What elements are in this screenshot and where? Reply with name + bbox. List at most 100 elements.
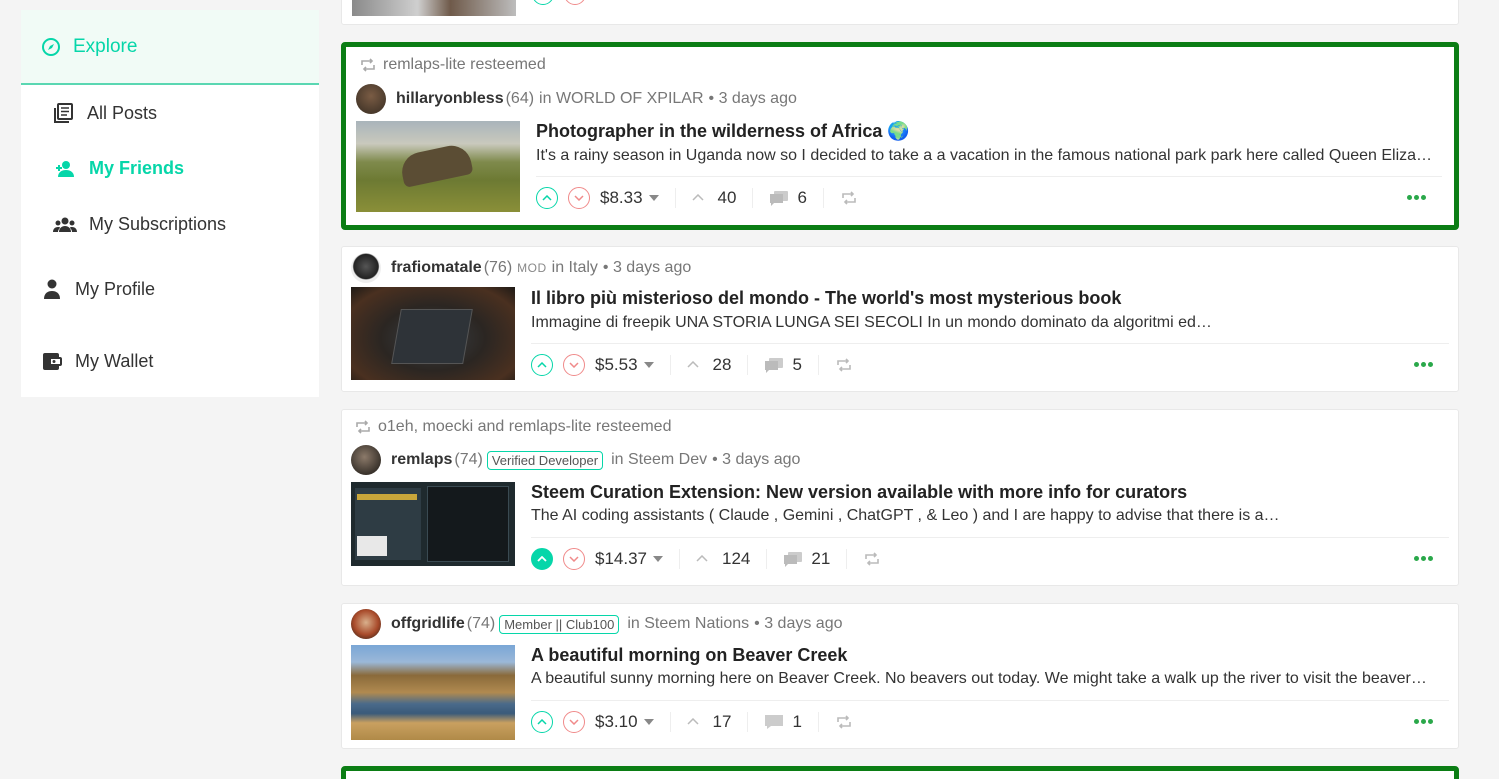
comments-count[interactable]: 1	[748, 711, 819, 732]
author-reputation: (74)	[466, 615, 496, 632]
chevron-up-icon	[692, 194, 704, 201]
more-options-button[interactable]	[1407, 195, 1426, 200]
post-excerpt[interactable]: The AI coding assistants ( Claude , Gemi…	[531, 507, 1431, 525]
resteem-icon	[842, 190, 856, 205]
more-options-button[interactable]	[1414, 556, 1433, 561]
post-card: frafiomatale (76) MOD in Italy • 3 days …	[341, 246, 1459, 392]
post-thumbnail[interactable]	[352, 0, 516, 16]
post-excerpt[interactable]: Immagine di freepik UNA STORIA LUNGA SEI…	[531, 314, 1431, 332]
upvote-button[interactable]	[536, 186, 558, 209]
avatar[interactable]	[356, 84, 386, 114]
payout-value: $3.10	[595, 711, 638, 731]
payout-dropdown[interactable]: $14.37	[595, 548, 680, 569]
resteem-button[interactable]	[824, 190, 874, 205]
author-line: frafiomatale (76) MOD in Italy • 3 days …	[351, 253, 691, 283]
comments-icon	[765, 357, 784, 373]
sidebar: Explore All Posts My Friends My Subscrip…	[21, 10, 319, 397]
avatar[interactable]	[351, 445, 381, 475]
mod-badge: MOD	[517, 261, 547, 275]
comments-count[interactable]: 5	[748, 354, 819, 375]
caret-down-icon	[643, 361, 654, 368]
votes-value: 17	[712, 711, 732, 731]
community-link[interactable]: in Steem Nations	[627, 615, 749, 633]
author-name[interactable]: frafiomatale	[391, 259, 482, 277]
post-card: o1eh, moecki and remlaps-lite resteemed …	[341, 409, 1459, 586]
post-title[interactable]: Photographer in the wilderness of Africa…	[536, 121, 910, 142]
resteem-button[interactable]	[847, 551, 897, 566]
post-title[interactable]: A beautiful morning on Beaver Creek	[531, 645, 847, 666]
thumbnail-bar	[357, 494, 417, 500]
thumbnail-block	[357, 536, 387, 556]
sidebar-item-my-profile[interactable]: My Profile	[41, 278, 155, 300]
comments-count[interactable]: 21	[767, 548, 848, 569]
chevron-down-icon	[569, 361, 579, 368]
post-excerpt[interactable]: A beautiful sunny morning here on Beaver…	[531, 670, 1431, 688]
author-line: hillaryonbless (64) in WORLD OF XPILAR •…	[356, 84, 797, 114]
upvote-button[interactable]	[532, 0, 554, 5]
downvote-button[interactable]	[563, 710, 585, 733]
payout-dropdown[interactable]: $8.33	[600, 187, 676, 208]
resteem-icon	[361, 58, 375, 72]
author-line: offgridlife (74) Member || Club100 in St…	[351, 609, 842, 639]
community-link[interactable]: in Steem Dev	[611, 451, 707, 469]
downvote-button[interactable]	[563, 547, 585, 570]
payout-dropdown[interactable]: $3.10	[595, 711, 671, 732]
resteem-info: o1eh, moecki and remlaps-lite resteemed	[354, 418, 671, 436]
comments-count[interactable]: 6	[753, 187, 824, 208]
sidebar-item-my-friends[interactable]: My Friends	[53, 158, 184, 179]
resteem-button[interactable]	[819, 714, 869, 729]
friends-icon	[56, 160, 74, 177]
post-title[interactable]: Il libro più misterioso del mondo - The …	[531, 288, 1121, 309]
chevron-up-icon	[537, 361, 547, 368]
votes-count[interactable]: 17	[671, 711, 749, 732]
resteem-info: remlaps-lite resteemed	[359, 56, 546, 74]
avatar[interactable]	[351, 253, 381, 283]
upvote-button[interactable]	[531, 710, 553, 733]
author-name[interactable]: offgridlife	[391, 615, 465, 633]
downvote-button[interactable]	[564, 0, 586, 5]
post-title[interactable]: Steem Curation Extension: New version av…	[531, 482, 1187, 503]
post-thumbnail[interactable]	[351, 482, 515, 566]
downvote-button[interactable]	[563, 353, 585, 376]
downvote-button[interactable]	[568, 186, 590, 209]
post-actions	[532, 0, 596, 15]
more-options-button[interactable]	[1414, 362, 1433, 367]
payout-dropdown[interactable]: $5.53	[595, 354, 671, 375]
community-link[interactable]: in Italy	[552, 259, 598, 277]
post-time: • 3 days ago	[708, 90, 797, 107]
resteem-button[interactable]	[819, 357, 869, 372]
sidebar-explore[interactable]: Explore	[21, 10, 319, 85]
resteem-icon	[865, 551, 880, 566]
sidebar-item-my-subscriptions[interactable]: My Subscriptions	[53, 214, 226, 235]
upvote-button[interactable]	[531, 547, 553, 570]
subscriptions-icon	[53, 217, 77, 232]
post-thumbnail[interactable]	[351, 287, 515, 380]
comments-icon	[784, 551, 803, 567]
author-name[interactable]: hillaryonbless	[396, 90, 504, 108]
sidebar-item-my-wallet[interactable]: My Wallet	[41, 350, 153, 372]
community-link[interactable]: in WORLD OF XPILAR	[539, 90, 703, 108]
payout-value: $8.33	[600, 187, 643, 207]
upvote-button[interactable]	[531, 353, 553, 376]
author-name[interactable]: remlaps	[391, 451, 452, 469]
post-time: • 3 days ago	[754, 615, 843, 632]
post-excerpt[interactable]: It's a rainy season in Uganda now so I d…	[536, 147, 1436, 165]
chevron-up-icon	[687, 718, 699, 725]
author-reputation: (64)	[505, 90, 535, 107]
post-thumbnail[interactable]	[356, 121, 520, 212]
more-options-button[interactable]	[1414, 719, 1433, 724]
comments-value: 6	[797, 187, 807, 207]
caret-down-icon	[643, 718, 654, 725]
author-reputation: (74)	[454, 451, 483, 468]
comments-icon	[770, 190, 789, 206]
post-card: remlaps-lite resteemed hillaryonbless (6…	[341, 42, 1459, 230]
votes-count[interactable]: 124	[680, 548, 768, 569]
votes-count[interactable]: 40	[676, 187, 754, 208]
votes-count[interactable]: 28	[671, 354, 749, 375]
post-thumbnail[interactable]	[351, 645, 515, 740]
avatar[interactable]	[351, 609, 381, 639]
sidebar-item-all-posts[interactable]: All Posts	[53, 102, 157, 124]
post-actions: $14.37 124 21	[531, 537, 1449, 579]
comments-value: 1	[792, 711, 802, 731]
post-card: offgridlife (74) Member || Club100 in St…	[341, 603, 1459, 749]
